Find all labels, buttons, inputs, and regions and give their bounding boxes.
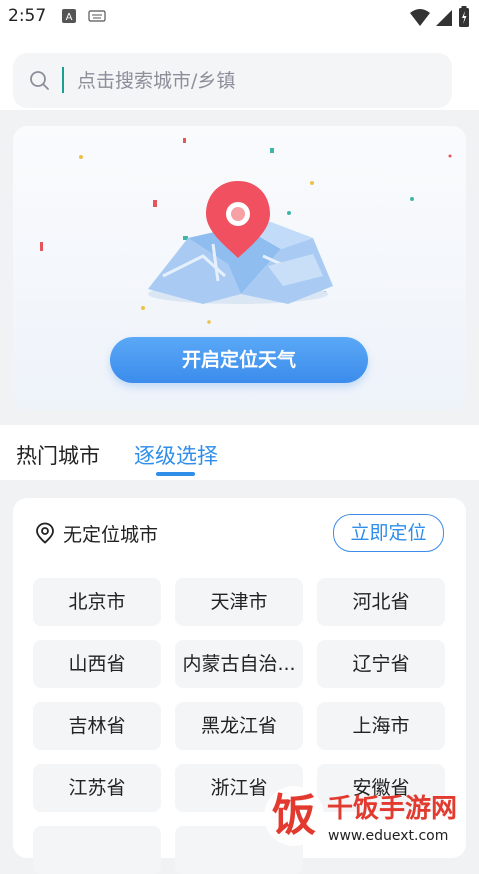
watermark-logo: 饭 千饭手游网 www.eduext.com [264,786,457,846]
enable-location-weather-button[interactable]: 开启定位天气 [110,337,368,383]
city-item[interactable]: 吉林省 [33,702,161,750]
svg-text:饭: 饭 [272,790,316,841]
tab-bar: 热门城市 逐级选择 [0,425,479,480]
keyboard-icon [88,10,106,22]
svg-text:A: A [66,12,73,23]
locate-now-button[interactable]: 立即定位 [333,514,444,552]
battery-icon [459,6,469,27]
tab-level-select[interactable]: 逐级选择 [134,440,218,470]
city-item[interactable]: 上海市 [317,702,445,750]
no-location-text: 无定位城市 [63,524,159,546]
city-item[interactable]: 天津市 [175,578,303,626]
watermark-url: www.eduext.com [328,828,448,844]
search-bar[interactable] [13,53,452,108]
watermark-text: 千饭手游网 [327,794,457,824]
city-item[interactable]: 辽宁省 [317,640,445,688]
wifi-icon [410,9,430,26]
tab-hot-cities[interactable]: 热门城市 [16,440,100,470]
signal-icon [436,10,452,26]
location-pin-icon [36,522,54,544]
search-input[interactable] [77,67,437,95]
status-bar: 2:57 A [0,0,479,34]
city-item[interactable]: 黑龙江省 [175,702,303,750]
a-icon: A [62,9,76,23]
city-item[interactable]: 河北省 [317,578,445,626]
city-item[interactable] [33,826,161,874]
city-item[interactable]: 内蒙古自治... [175,640,303,688]
search-icon [30,71,49,90]
city-item[interactable]: 北京市 [33,578,161,626]
city-item[interactable]: 山西省 [33,640,161,688]
no-location-row: 无定位城市 [35,520,158,547]
text-cursor [62,67,64,93]
active-tab-indicator [156,472,195,476]
status-time: 2:57 [8,6,47,26]
city-item[interactable]: 江苏省 [33,764,161,812]
